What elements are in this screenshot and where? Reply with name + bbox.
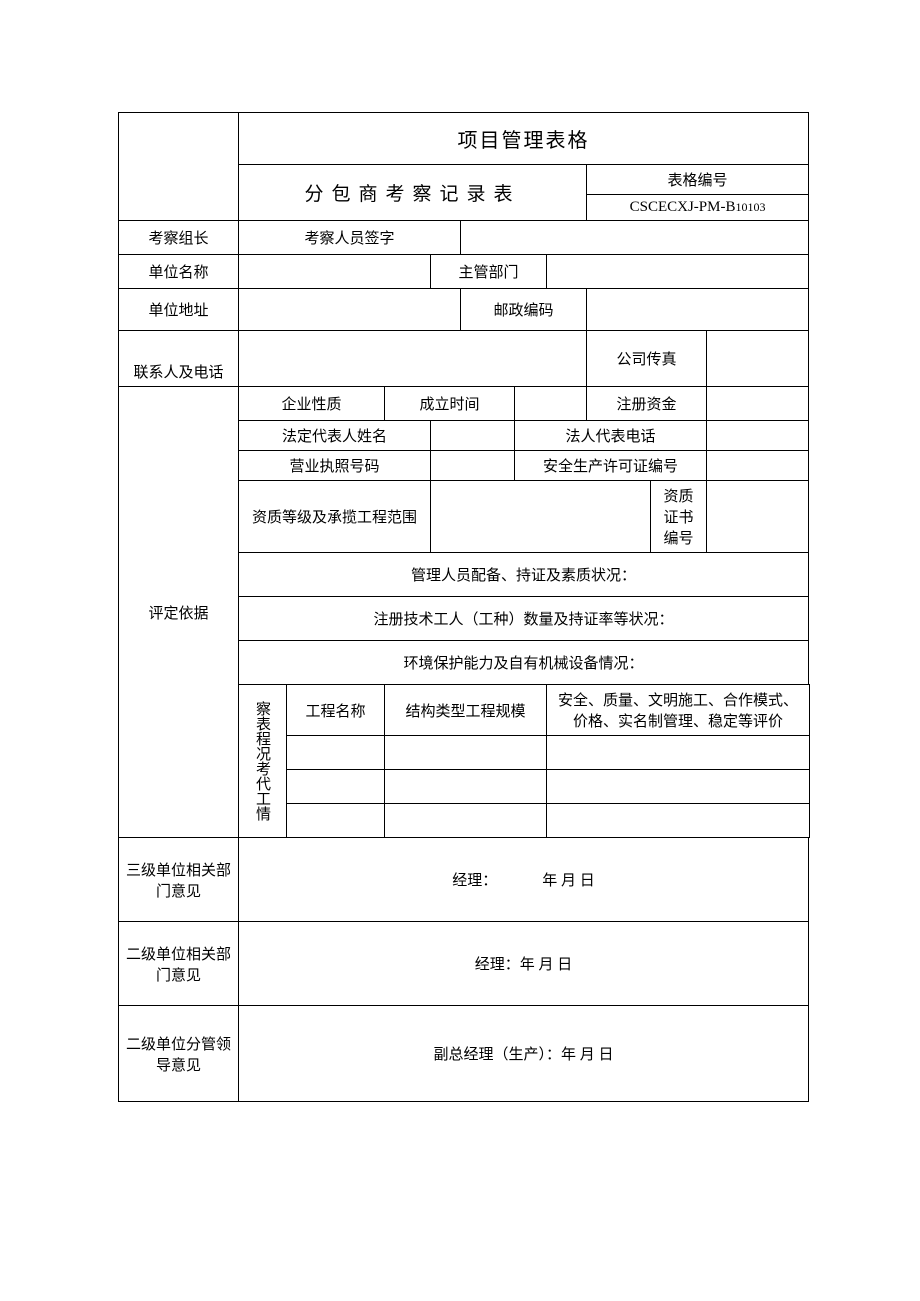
label-l2-opinion: 二级单位相关部门意见 bbox=[119, 922, 239, 1006]
label-legal-phone: 法人代表电话 bbox=[515, 421, 707, 451]
label-proj-record: 察表程况考代工情 bbox=[239, 685, 287, 838]
label-proj-scale: 结构类型工程规模 bbox=[385, 685, 547, 736]
label-ent-nature: 企业性质 bbox=[239, 387, 385, 421]
l3-signature-line: 经理： 年 月 日 bbox=[239, 838, 809, 922]
form-table: 项目管理表格 分包商考察记录表 表格编号 CSCECXJ-PM-B10103 考… bbox=[118, 112, 810, 1102]
label-safety-no: 安全生产许可证编号 bbox=[515, 451, 707, 481]
label-fax: 公司传真 bbox=[587, 331, 707, 387]
label-proj-eval: 安全、质量、文明施工、合作模式、价格、实名制管理、稳定等评价 bbox=[547, 685, 810, 736]
value-est-time bbox=[515, 387, 587, 421]
label-qual-scope: 资质等级及承揽工程范围 bbox=[239, 481, 431, 553]
value-license-no bbox=[431, 451, 515, 481]
label-l2-leader-opinion: 二级单位分管领导意见 bbox=[119, 1006, 239, 1102]
label-dept: 主管部门 bbox=[431, 255, 547, 289]
label-legal-name: 法定代表人姓名 bbox=[239, 421, 431, 451]
logo-cell bbox=[119, 113, 239, 221]
proj-row-0-name bbox=[287, 736, 385, 770]
value-safety-no bbox=[707, 451, 809, 481]
label-inspect-leader: 考察组长 bbox=[119, 221, 239, 255]
proj-row-2-scale bbox=[385, 804, 547, 838]
label-postcode: 邮政编码 bbox=[461, 289, 587, 331]
label-qual-cert-no: 资质证书编号 bbox=[651, 481, 707, 553]
value-postcode bbox=[587, 289, 809, 331]
form-no-value: CSCECXJ-PM-B10103 bbox=[587, 195, 809, 221]
proj-row-1-scale bbox=[385, 770, 547, 804]
value-unit-name bbox=[239, 255, 431, 289]
value-reg-capital bbox=[707, 387, 809, 421]
label-proj-name: 工程名称 bbox=[287, 685, 385, 736]
leader-signature-line: 副总经理（生产）：年 月 日 bbox=[239, 1006, 809, 1102]
label-unit-addr: 单位地址 bbox=[119, 289, 239, 331]
label-reg-capital: 注册资金 bbox=[587, 387, 707, 421]
value-unit-addr bbox=[239, 289, 461, 331]
proj-row-0-eval bbox=[547, 736, 810, 770]
label-basis: 评定依据 bbox=[119, 387, 239, 838]
value-qual-scope bbox=[431, 481, 651, 553]
main-title: 项目管理表格 bbox=[239, 113, 809, 165]
value-legal-phone bbox=[707, 421, 809, 451]
proj-row-1-eval bbox=[547, 770, 810, 804]
proj-row-2-name bbox=[287, 804, 385, 838]
value-fax bbox=[707, 331, 809, 387]
label-license-no: 营业执照号码 bbox=[239, 451, 431, 481]
label-env-status: 环境保护能力及自有机械设备情况： bbox=[239, 641, 809, 685]
label-inspect-sign: 考察人员签字 bbox=[239, 221, 461, 255]
value-inspect-sign bbox=[461, 221, 809, 255]
label-unit-name: 单位名称 bbox=[119, 255, 239, 289]
page: 项目管理表格 分包商考察记录表 表格编号 CSCECXJ-PM-B10103 考… bbox=[0, 0, 920, 1301]
value-dept bbox=[547, 255, 809, 289]
value-contact bbox=[239, 331, 587, 387]
label-mgmt-status: 管理人员配备、持证及素质状况： bbox=[239, 553, 809, 597]
label-est-time: 成立时间 bbox=[385, 387, 515, 421]
form-no-label: 表格编号 bbox=[587, 165, 809, 195]
proj-row-0-scale bbox=[385, 736, 547, 770]
label-workers-status: 注册技术工人（工种）数量及持证率等状况： bbox=[239, 597, 809, 641]
value-qual-cert-no bbox=[707, 481, 809, 553]
label-l3-opinion: 三级单位相关部门意见 bbox=[119, 838, 239, 922]
proj-row-1-name bbox=[287, 770, 385, 804]
l2-signature-line: 经理：年 月 日 bbox=[239, 922, 809, 1006]
sub-title: 分包商考察记录表 bbox=[239, 165, 587, 221]
label-contact: 联系人及电话 bbox=[119, 331, 239, 387]
proj-row-2-eval bbox=[547, 804, 810, 838]
value-legal-name bbox=[431, 421, 515, 451]
